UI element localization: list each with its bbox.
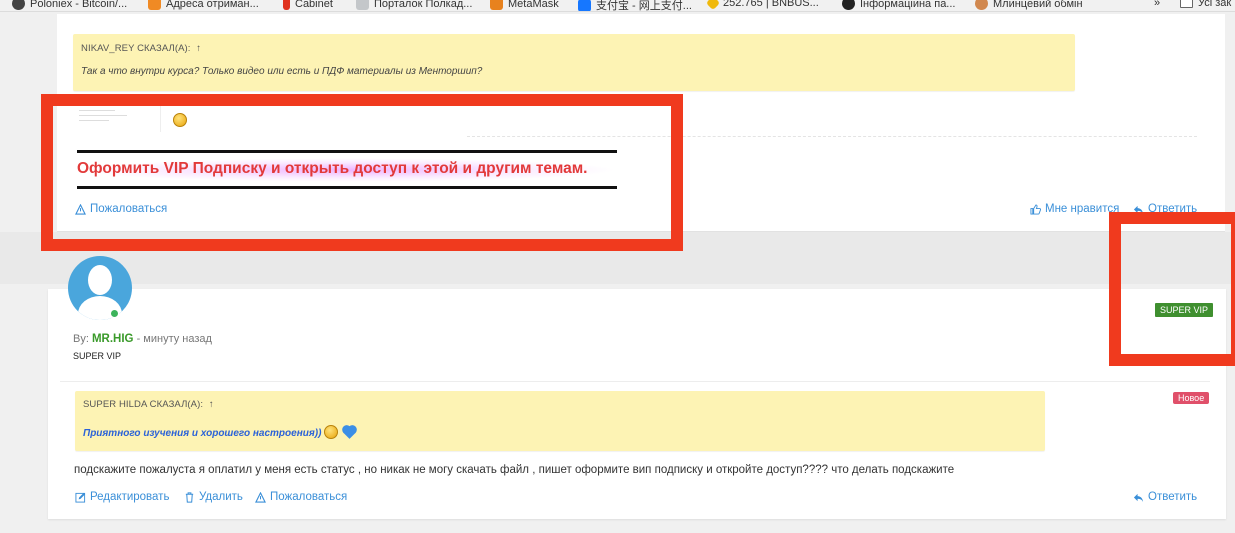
blue-heart-icon (343, 426, 356, 439)
bookmark-pancake[interactable]: Млинцевий обмін (975, 0, 1083, 10)
quote-block: SUPER HILDA СКАЗАЛ(А): ↑ Приятного изуче… (75, 391, 1045, 451)
like-button[interactable]: Мне нравится (1030, 203, 1119, 215)
bookmark-label: Cabinet (295, 0, 333, 10)
metamask-fox-icon (490, 0, 503, 10)
delete-button[interactable]: Удалить (184, 491, 243, 503)
post-header-divider (60, 381, 1210, 382)
author-name-link[interactable]: MR.HIG (92, 333, 134, 345)
grid-icon (356, 0, 369, 10)
bookmark-label: Млинцевий обмін (993, 0, 1083, 10)
quote-header: SUPER HILDA СКАЗАЛ(А): ↑ (83, 399, 214, 410)
jump-to-quote-arrow-icon[interactable]: ↑ (196, 43, 201, 54)
thumbs-up-icon (1030, 203, 1041, 215)
quote-text: Так а что внутри курса? Только видео или… (81, 66, 483, 77)
bookmark-label: 252.765 | BNBUS... (723, 0, 819, 9)
new-badge: Новое (1173, 392, 1210, 404)
bookmark-binance[interactable]: 252.765 | BNBUS... (705, 0, 819, 11)
bookmark-label: Адреса отриман... (166, 0, 259, 10)
quote-text: Приятного изучения и хорошего настроения… (83, 428, 322, 439)
folder-icon (1180, 0, 1193, 8)
user-rank: SUPER VIP (73, 351, 122, 361)
post-byline: By: MR.HIG - минуту назад (73, 333, 212, 345)
online-status-icon (110, 309, 119, 318)
binance-icon (705, 0, 721, 11)
bookmarks-bar: Poloniex - Bitcoin/... Адреса отриман...… (0, 0, 1235, 12)
bookmark-poloniex[interactable]: Poloniex - Bitcoin/... (12, 0, 127, 10)
bookmark-label: MetaMask (508, 0, 559, 10)
annotation-box-super-vip-badge (1109, 212, 1235, 366)
bookmark-label: Інформаціина па... (860, 0, 956, 10)
user-avatar[interactable] (68, 256, 132, 320)
bookmarks-overflow[interactable]: » (1154, 0, 1160, 9)
bookmarks-folder[interactable]: Усі зак (1180, 0, 1231, 9)
edit-icon (75, 492, 86, 503)
bookmark-label: 支付宝 - 网上支付... (596, 0, 692, 12)
smile-emoji-icon (324, 425, 339, 439)
alipay-icon (578, 0, 591, 11)
rss-icon (148, 0, 161, 10)
post-message: подскажите пожалуста я оплатил у меня ес… (74, 464, 955, 476)
bookmark-addresses[interactable]: Адреса отриман... (148, 0, 259, 10)
post-timestamp[interactable]: минуту назад (143, 333, 212, 345)
edit-button[interactable]: Редактировать (75, 491, 169, 503)
report-button[interactable]: Пожаловаться (255, 491, 347, 503)
bookmark-alipay[interactable]: 支付宝 - 网上支付... (578, 0, 692, 12)
bookmark-portal[interactable]: Порталок Полкад... (356, 0, 472, 10)
bookmark-label: Poloniex - Bitcoin/... (30, 0, 128, 10)
quote-author[interactable]: SUPER HILDA СКАЗАЛ(А): (83, 399, 203, 410)
c-icon (842, 0, 855, 10)
bookmark-metamask[interactable]: MetaMask (490, 0, 559, 10)
quote-block: NIKAV_REY СКАЗАЛ(А): ↑ Так а что внутри … (73, 34, 1075, 91)
trash-icon (185, 491, 194, 503)
pancake-icon (975, 0, 988, 10)
cabinet-icon (283, 0, 290, 10)
jump-to-quote-arrow-icon[interactable]: ↑ (209, 399, 214, 410)
quote-header: NIKAV_REY СКАЗАЛ(А): ↑ (81, 43, 201, 54)
annotation-box-vip-message (41, 94, 683, 251)
warning-icon (255, 491, 266, 503)
reply-button[interactable]: Ответить (1133, 491, 1197, 503)
bookmark-cabinet[interactable]: Cabinet (283, 0, 333, 10)
quote-author[interactable]: NIKAV_REY СКАЗАЛ(А): (81, 43, 191, 54)
reply-arrow-icon (1133, 493, 1144, 502)
quote-text-row: Приятного изучения и хорошего настроения… (83, 425, 356, 439)
bookmark-info[interactable]: Інформаціина па... (842, 0, 955, 10)
poloniex-icon (12, 0, 25, 10)
bookmark-label: Порталок Полкад... (374, 0, 473, 10)
